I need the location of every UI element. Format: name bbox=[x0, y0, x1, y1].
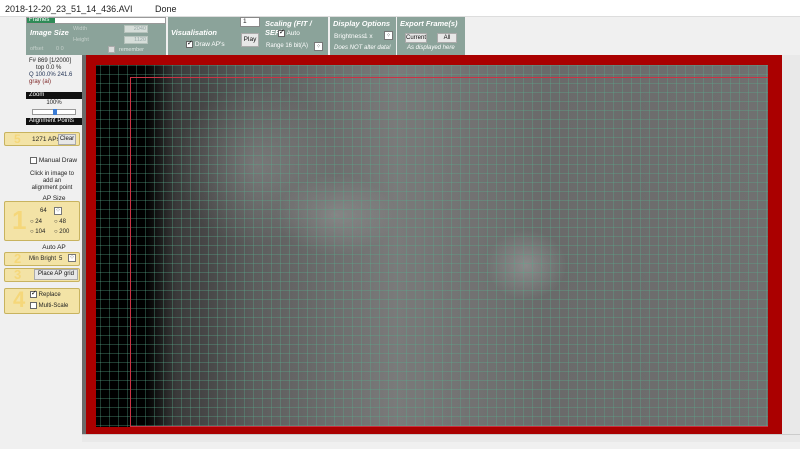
min-bright-stepper[interactable]: ⁘ bbox=[68, 254, 76, 262]
zoom-slider[interactable] bbox=[32, 109, 76, 115]
width-label: Width bbox=[73, 26, 88, 32]
zoom-value: 100% bbox=[46, 100, 62, 106]
ap-size-radio-104[interactable]: ○ 104 bbox=[30, 229, 45, 235]
ap-size-label: AP Size bbox=[42, 195, 66, 202]
sidebar: F# 869 [1/2000] top 0.0 % Q 100.0% 241.6… bbox=[4, 55, 82, 449]
ap-size-104-label: 104 bbox=[35, 229, 46, 235]
ap-count: 1271 APs bbox=[32, 136, 60, 143]
offset-values: 0 0 bbox=[56, 46, 64, 52]
manual-draw-checkbox[interactable]: Manual Draw bbox=[30, 157, 77, 164]
image-frame bbox=[86, 55, 800, 435]
replace-box[interactable] bbox=[30, 289, 37, 298]
min-bright-value: 5 bbox=[59, 256, 63, 262]
ap-size-24-label: 24 bbox=[35, 219, 42, 225]
place-ap-grid-button[interactable]: Place AP grid bbox=[34, 269, 78, 280]
brightness-label: Brightness bbox=[334, 33, 365, 40]
min-bright-label: Min Bright bbox=[29, 256, 57, 262]
title-bar: 2018-12-20_23_51_14_436.AVI Done bbox=[0, 0, 800, 17]
export-all-button[interactable]: All bbox=[437, 33, 457, 43]
image-size-title: Image Size bbox=[30, 28, 69, 37]
ap-size-64[interactable]: 64 bbox=[40, 208, 47, 214]
image-viewer[interactable] bbox=[82, 55, 800, 442]
remember-checkbox[interactable]: remember bbox=[108, 46, 144, 53]
frame-number-input[interactable]: 1 bbox=[240, 17, 260, 27]
range-label: Range 16 bit(A) bbox=[266, 43, 309, 49]
clear-aps-button[interactable]: Clear bbox=[58, 134, 76, 145]
auto-box[interactable] bbox=[278, 28, 285, 37]
range-stepper[interactable]: ⁘ bbox=[314, 42, 323, 51]
frames-label: Frames bbox=[29, 17, 50, 23]
alignment-points-header: Alignment Points bbox=[26, 118, 82, 125]
display-note: Does NOT alter data! bbox=[334, 45, 391, 51]
frame-quality: Q 100.0% 241.6 bbox=[29, 72, 73, 78]
height-input[interactable]: 1120 bbox=[124, 36, 148, 44]
width-input[interactable]: 2040 bbox=[124, 25, 148, 33]
offset-label: offset bbox=[30, 46, 44, 52]
ap-size-radio-24[interactable]: ○ 24 bbox=[30, 219, 42, 225]
multiscale-label: Multi-Scale bbox=[38, 303, 69, 310]
ap-size-48-label: 48 bbox=[59, 219, 66, 225]
toolbar: Image Size Width 2040 Height 1120 offset… bbox=[26, 17, 800, 55]
height-label: Height bbox=[73, 37, 89, 43]
frame-top-percent: top 0.0 % bbox=[36, 65, 62, 71]
draw-aps-checkbox[interactable]: Draw AP's bbox=[186, 39, 225, 49]
horizontal-scrollbar[interactable] bbox=[82, 434, 800, 442]
status-text: Done bbox=[155, 4, 177, 14]
step-number-3: 3 bbox=[14, 267, 22, 282]
replace-checkbox[interactable]: Replace bbox=[30, 289, 61, 299]
export-panel: Export Frame(s) Current All As displayed… bbox=[397, 17, 465, 55]
auto-ap-label: Auto AP bbox=[42, 244, 66, 251]
frame-info: F# 869 [1/2000] top 0.0 % Q 100.0% 241.6… bbox=[26, 55, 82, 91]
ap-size-200-label: 200 bbox=[59, 229, 70, 235]
frame-number: F# 869 [1/2000] bbox=[29, 58, 72, 64]
multiscale-checkbox[interactable]: Multi-Scale bbox=[30, 302, 68, 309]
export-note: As displayed here bbox=[407, 45, 455, 51]
remember-label: remember bbox=[118, 47, 145, 54]
vertical-scrollbar[interactable] bbox=[782, 55, 800, 435]
remember-box[interactable] bbox=[108, 46, 115, 53]
ap-size-radio-48[interactable]: ○ 48 bbox=[54, 219, 66, 225]
play-button[interactable]: Play bbox=[241, 33, 259, 47]
draw-aps-label: Draw AP's bbox=[194, 41, 225, 49]
step-number-2: 2 bbox=[14, 251, 22, 266]
brightness-stepper[interactable]: ⁘ bbox=[384, 31, 393, 40]
auto-label: Auto bbox=[286, 30, 300, 38]
ap-size-stepper[interactable]: ⁘ bbox=[54, 207, 62, 215]
draw-aps-box[interactable] bbox=[186, 39, 193, 48]
step-number-4: 4 bbox=[13, 287, 26, 312]
moon-image[interactable] bbox=[96, 65, 768, 427]
multiscale-box[interactable] bbox=[30, 302, 37, 309]
region-of-interest bbox=[130, 77, 768, 427]
display-options-panel: Display Options Brightness 1 x ⁘ Does NO… bbox=[330, 17, 396, 55]
manual-draw-box[interactable] bbox=[30, 157, 37, 164]
ap-hint: Click in image to add an alignment point bbox=[29, 171, 74, 191]
window-title: 2018-12-20_23_51_14_436.AVI bbox=[5, 4, 133, 14]
gray-mode: gray (ai) bbox=[29, 79, 52, 85]
replace-label: Replace bbox=[38, 292, 61, 299]
zoom-header: Zoom bbox=[26, 92, 82, 99]
frames-progress[interactable]: Frames bbox=[26, 17, 166, 24]
ap-size-radio-200[interactable]: ○ 200 bbox=[54, 229, 69, 235]
zoom-slider-thumb[interactable] bbox=[53, 109, 57, 115]
step-number-1: 1 bbox=[12, 205, 27, 235]
visualisation-title: Visualisation bbox=[171, 28, 217, 37]
brightness-value: 1 x bbox=[364, 33, 373, 40]
manual-draw-label: Manual Draw bbox=[38, 157, 78, 165]
scaling-panel: Scaling (FIT / SER) Auto Range 16 bit(A)… bbox=[262, 17, 328, 55]
export-title: Export Frame(s) bbox=[400, 19, 458, 28]
auto-checkbox[interactable]: Auto bbox=[278, 28, 300, 38]
display-options-title: Display Options bbox=[333, 19, 391, 28]
export-current-button[interactable]: Current bbox=[405, 33, 427, 43]
step-number-5: 5 bbox=[14, 132, 21, 146]
